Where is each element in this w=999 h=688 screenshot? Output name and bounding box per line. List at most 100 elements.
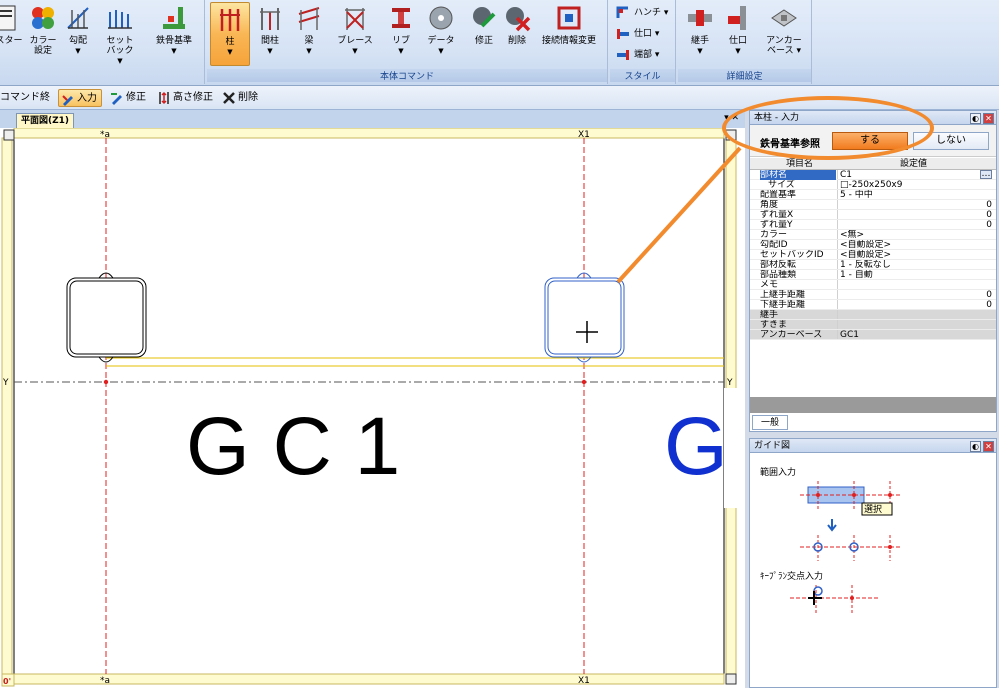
bottom-right-handle[interactable]	[725, 673, 737, 685]
height-icon	[159, 91, 169, 105]
shiguchi-button[interactable]: 仕口 ▼	[722, 2, 754, 66]
prop-row-part-type[interactable]: 部品種類 1 - 自動	[750, 270, 996, 280]
highlight-callout-ellipse	[722, 96, 934, 160]
master-button[interactable]: スター	[0, 2, 24, 66]
delete-icon	[506, 7, 531, 32]
shiguchi-detail-icon	[728, 6, 746, 30]
prop-row-upper-joint[interactable]: 上継手距離 0	[750, 290, 996, 300]
ribbon-group-style: ハンチ ▾ 仕口 ▾ 端部 ▾ スタイル	[610, 0, 676, 84]
guide-panel: 範囲入力 選択 ｷｰﾌﾟﾗﾝ交点入力	[749, 452, 997, 688]
connection-change-button[interactable]: 接続情報変更	[535, 2, 603, 66]
slope-button[interactable]: 勾配 ▼	[62, 2, 94, 66]
grid-label-top-a: *a	[100, 130, 110, 140]
tab-general[interactable]: 一般	[752, 415, 788, 430]
origin-corner-mark: 0'	[3, 677, 11, 686]
end-button[interactable]: 端部 ▾	[616, 45, 674, 65]
haunch-button[interactable]: ハンチ ▾	[616, 3, 674, 23]
steel-reference-icon	[163, 7, 185, 29]
column-button[interactable]: 柱 ▼	[210, 2, 250, 66]
grid-intersection-a[interactable]	[103, 379, 109, 385]
prop-row-setback-id[interactable]: セットバックID <自動設定>	[750, 250, 996, 260]
prop-row-angle[interactable]: 角度 0	[750, 200, 996, 210]
shiguchi-style-label: 仕口	[634, 29, 653, 39]
ribbon-group-main-commands: 柱 ▼ 間柱 ▼ 梁 ▼ ブレース ▼ リブ ▼ データ ▼ 修正 削除 接続情…	[207, 0, 608, 84]
master-label: スター	[0, 36, 23, 46]
prop-row-placement[interactable]: 配置基準 5 - 中中	[750, 190, 996, 200]
prop-row-size[interactable]: サイズ □-250x250x9	[750, 180, 996, 190]
delete-button[interactable]: 削除	[501, 2, 533, 66]
slope-icon	[67, 7, 89, 29]
column-icon	[220, 9, 240, 31]
prop-row-member-name[interactable]: 部材名 C1…	[750, 170, 996, 180]
cmd-modify-button[interactable]: 修正	[108, 89, 146, 107]
guide-panel-title-bar: ガイド図 ◐ ✕	[749, 438, 997, 453]
color-settings-button[interactable]: カラー 設定	[26, 2, 60, 66]
brace-label: ブレース	[337, 36, 373, 46]
data-button[interactable]: データ ▼	[421, 2, 461, 66]
column-left[interactable]	[66, 272, 147, 363]
joint-button[interactable]: 継手 ▼	[684, 2, 716, 66]
setback-label-1: セット	[106, 36, 134, 46]
ellipsis-icon[interactable]: …	[980, 170, 992, 179]
guide-close-icon[interactable]: ✕	[983, 441, 994, 452]
end-label: 端部	[634, 50, 653, 60]
column-label: 柱	[225, 37, 235, 47]
prop-row-joint[interactable]: 継手	[750, 310, 996, 320]
beam-button[interactable]: 梁 ▼	[291, 2, 327, 66]
guide-select-tooltip: 選択	[864, 503, 882, 515]
prop-row-anchor-base[interactable]: アンカーベース GC1	[750, 330, 996, 340]
steel-reference-button[interactable]: 鉄骨基準 ▼	[148, 2, 200, 66]
bottom-ruler	[13, 673, 725, 685]
pin-icon[interactable]: ◐	[970, 113, 981, 124]
prop-row-gap[interactable]: すきま	[750, 320, 996, 330]
top-left-handle[interactable]	[3, 129, 15, 141]
property-panel: 鉄骨基準参照 する しない 項目名 設定値 部材名 C1… サイズ □-250x25…	[749, 124, 997, 432]
anchor-base-label-1: アンカー	[766, 36, 802, 46]
height-modify-label: 高さ修正	[173, 92, 213, 103]
prop-row-offset-x[interactable]: ずれ量X 0	[750, 210, 996, 220]
col-header-item: 項目名	[786, 159, 814, 169]
haunch-icon	[616, 6, 628, 18]
brace-icon	[345, 8, 365, 30]
prop-row-flip[interactable]: 部材反転 1 - 反転なし	[750, 260, 996, 270]
grid-intersection-x1[interactable]	[581, 379, 587, 385]
plan-view-tab[interactable]: 平面図(Z1)	[16, 113, 74, 128]
shiguchi-style-button[interactable]: 仕口 ▾	[616, 24, 674, 44]
column-right[interactable]	[544, 272, 625, 363]
prop-row-lower-joint[interactable]: 下継手距離 0	[750, 300, 996, 310]
connection-change-label: 接続情報変更	[541, 36, 596, 46]
modify-button[interactable]: 修正	[469, 2, 499, 66]
setback-button[interactable]: セット バック ▼	[100, 2, 140, 66]
property-grid: 部材名 C1… サイズ □-250x250x9 配置基準 5 - 中中 角度 0 ずれ量…	[750, 170, 996, 340]
end-command-button[interactable]: コマンド終了	[0, 89, 54, 121]
prop-row-offset-y[interactable]: ずれ量Y 0	[750, 220, 996, 230]
keyplan-cursor-icon	[808, 591, 822, 605]
prop-row-slope-id[interactable]: 勾配ID <自動設定>	[750, 240, 996, 250]
document-tab-strip: 平面図(Z1) ▾ ✕	[0, 110, 745, 128]
height-modify-button[interactable]: 高さ修正	[155, 89, 213, 107]
property-grid-footer	[750, 397, 996, 413]
close-icon[interactable]: ✕	[983, 113, 994, 124]
anchor-base-icon	[771, 9, 797, 27]
input-button[interactable]: 入力	[58, 89, 102, 107]
guide-keyplan-input-label: ｷｰﾌﾟﾗﾝ交点入力	[760, 572, 824, 582]
left-ruler	[1, 137, 13, 675]
plan-drawing[interactable]: Y Y *a X1 *a X1 0' G C 1 G	[0, 128, 745, 688]
end-icon	[617, 50, 629, 60]
grid-label-bottom-a: *a	[100, 676, 110, 686]
guide-pin-icon[interactable]: ◐	[970, 441, 981, 452]
prop-row-color[interactable]: カラー <無>	[750, 230, 996, 240]
anchor-base-button[interactable]: アンカー ベース ▾	[760, 2, 808, 66]
property-grid-header: 項目名 設定値	[750, 158, 996, 170]
rib-button[interactable]: リブ ▼	[383, 2, 419, 66]
brace-button[interactable]: ブレース ▼	[329, 2, 381, 66]
prop-row-memo[interactable]: メモ	[750, 280, 996, 290]
ribbon: スター カラー 設定 勾配 ▼ セット バック ▼ 鉄骨基準 ▼ 柱 ▼	[0, 0, 999, 86]
intercolumn-button[interactable]: 間柱 ▼	[251, 2, 289, 66]
x-delete-icon	[223, 92, 235, 104]
cmd-delete-button[interactable]: 削除	[220, 89, 258, 107]
left-side-mark: Y	[2, 378, 9, 388]
beam-icon	[298, 7, 320, 30]
anchor-base-label-2: ベース	[767, 46, 794, 56]
drawing-canvas[interactable]: Y Y *a X1 *a X1 0' G C 1 G	[0, 128, 745, 688]
